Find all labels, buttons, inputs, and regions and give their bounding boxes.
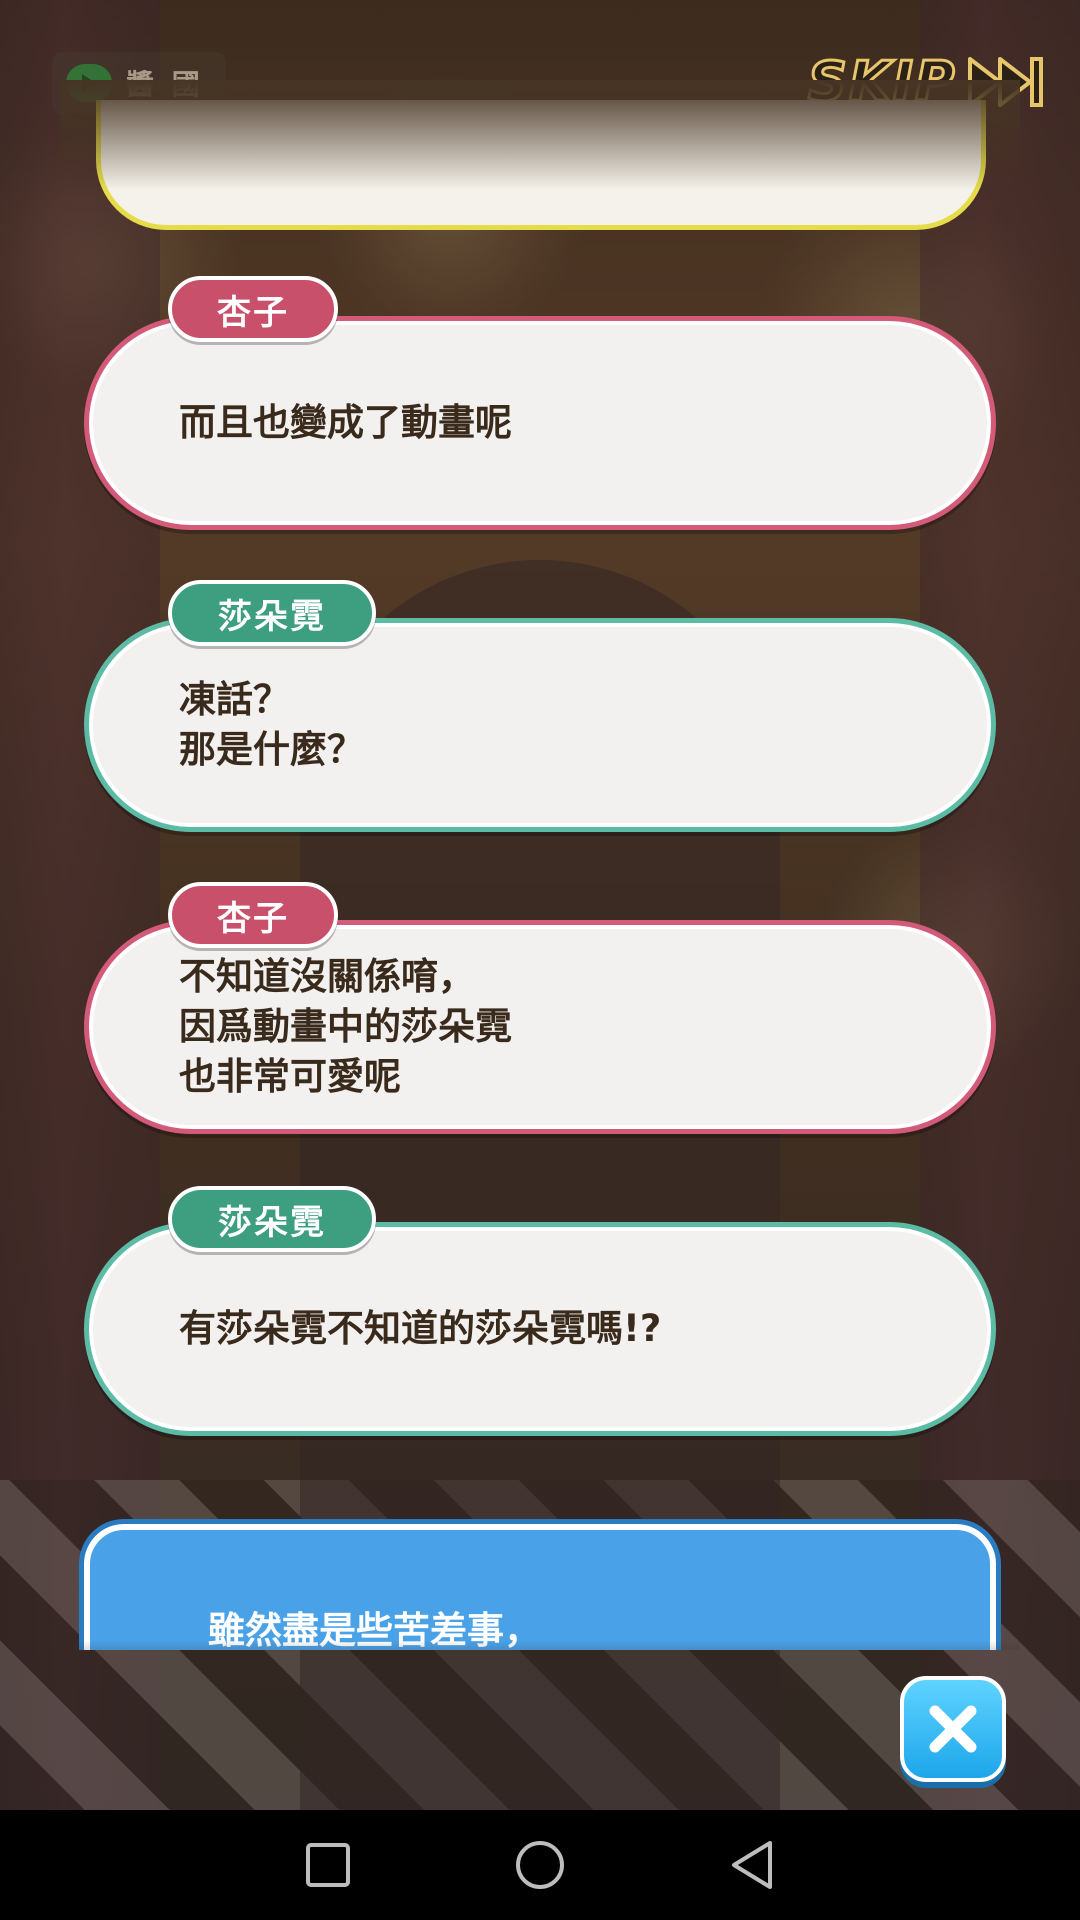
dialog-card: 凍話？ 那是什麼？: [84, 618, 996, 832]
dialog-line: 不知道沒關係唷，: [179, 955, 475, 998]
dialog-log[interactable]: 而且也變成了動畫呢 杏子 凍話？ 那是什麼？ 莎朵霓 不知道沒關係唷， 因爲動畫…: [0, 0, 1080, 1650]
dialog-line: 那是什麼？: [179, 728, 364, 771]
narration-card: 雖然盡是些苦差事，: [84, 1524, 996, 1650]
speaker-tag: 莎朵霓: [168, 1186, 376, 1252]
speaker-tag: 杏子: [168, 276, 338, 342]
speaker-tag: 杏子: [168, 882, 338, 948]
dialog-card: 不知道沒關係唷， 因爲動畫中的莎朵霓 也非常可愛呢: [84, 920, 996, 1134]
square-icon[interactable]: [302, 1839, 354, 1891]
dialog-line: 凍話？: [179, 678, 290, 721]
close-icon: [929, 1705, 977, 1753]
speaker-tag: 莎朵霓: [168, 580, 376, 646]
dialog-card: 而且也變成了動畫呢: [84, 316, 996, 530]
top-fade: [60, 80, 1020, 190]
back-triangle-icon[interactable]: [726, 1839, 778, 1891]
system-nav-bar: [0, 1810, 1080, 1920]
dialog-line: 也非常可愛呢: [179, 1055, 401, 1098]
dialog-line: 而且也變成了動畫呢: [179, 401, 512, 444]
dialog-line: 有莎朵霓不知道的莎朵霓嗎!?: [179, 1307, 662, 1350]
circle-icon[interactable]: [514, 1839, 566, 1891]
dialog-card: 有莎朵霓不知道的莎朵霓嗎!?: [84, 1222, 996, 1436]
close-button[interactable]: [900, 1676, 1006, 1782]
bottom-fade: [60, 1640, 1020, 1650]
dialog-line: 因爲動畫中的莎朵霓: [179, 1005, 512, 1048]
